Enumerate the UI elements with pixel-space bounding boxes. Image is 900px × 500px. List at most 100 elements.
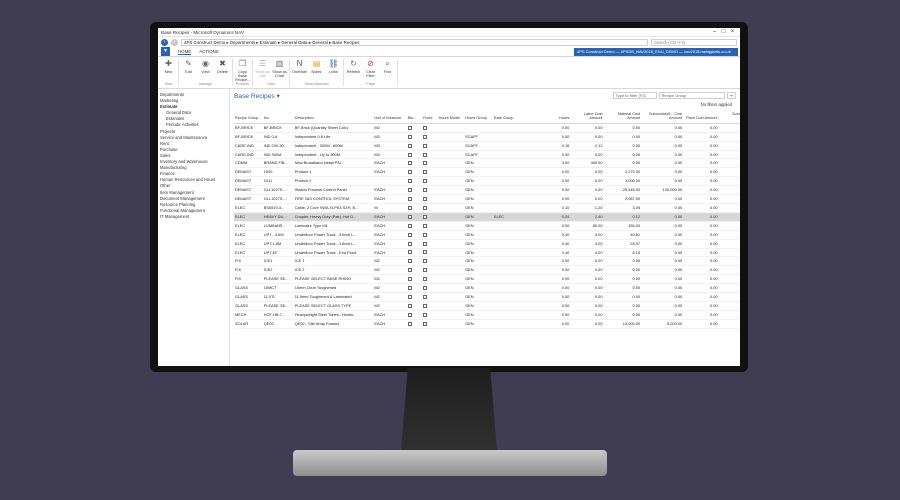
checkbox[interactable]: [423, 188, 428, 193]
table-row[interactable]: DEMAST 1011 Product 2 GEN 0.00 0.00 1,000.00 0.…: [234, 176, 740, 187]
checkbox[interactable]: [423, 277, 428, 282]
table-row[interactable]: GLASS 10MCT 10mm Clear Toughened M2 GEN 0.00 0…: [234, 283, 740, 294]
checkbox[interactable]: [407, 250, 412, 255]
table-row[interactable]: GLASS PLEASE SE... PLEASE SELECT GLASS TYP…: [234, 301, 740, 311]
column-header[interactable]: Subcontracti... Cost Amount: [641, 112, 684, 124]
checkbox[interactable]: [423, 259, 428, 264]
filter-go-icon[interactable]: ➔: [726, 92, 736, 99]
column-header[interactable]: Plant Cost Amount: [683, 112, 719, 124]
column-header[interactable]: Unit of Measure: [373, 112, 407, 124]
checkbox[interactable]: [423, 268, 428, 273]
tab-actions[interactable]: ACTIONS: [199, 49, 219, 54]
checkbox[interactable]: [423, 205, 428, 210]
column-header[interactable]: Rate Group: [492, 112, 538, 124]
checkbox[interactable]: [407, 321, 412, 326]
checkbox[interactable]: [407, 312, 412, 317]
table-row[interactable]: ELEC UPT-1.8M Underfloor Power Track - 1.8…: [234, 239, 740, 249]
back-icon[interactable]: ‹: [161, 38, 168, 46]
list-button[interactable]: ☰ Show as List: [255, 59, 270, 82]
checkbox[interactable]: [423, 161, 428, 166]
table-row[interactable]: DEMAST GLL1027S-... FIRE 3&S CONTROL SYSTE…: [234, 194, 740, 204]
table-row[interactable]: ELEC LUMINAIR... Luminaire Type M1 EACH GEN 0…: [234, 221, 740, 231]
checkbox[interactable]: [407, 197, 412, 202]
table-row[interactable]: GLASS 11.5TL 11.5mm Toughened & Laminated M…: [234, 292, 740, 302]
column-header[interactable]: Sundry Cost Amount: [718, 112, 740, 124]
checkbox[interactable]: [423, 143, 428, 148]
column-header[interactable]: No.: [262, 112, 294, 124]
clear-filter-button[interactable]: ⊘ Clear Filter: [363, 59, 378, 82]
checkbox[interactable]: [407, 152, 412, 157]
checkbox[interactable]: [407, 259, 412, 264]
onenote-button[interactable]: N OneNote: [292, 59, 307, 82]
table-row[interactable]: DEMAST GLL1027S-... Station Process Contro…: [234, 185, 740, 196]
minimize-icon[interactable]: –: [710, 29, 719, 35]
checkbox[interactable]: [407, 223, 412, 228]
checkbox[interactable]: [407, 214, 412, 219]
table-row[interactable]: FIXICE1ICE 1M2GEN0.000.000.000.000.000.0…: [234, 256, 740, 267]
checkbox[interactable]: [407, 134, 412, 139]
edit-button[interactable]: ✎ Edit: [181, 59, 196, 82]
table-row[interactable]: BF-BRICK IND 0-6 Independent 0-6 Life M3 SCA…: [234, 132, 740, 142]
forward-icon[interactable]: ›: [171, 38, 178, 46]
column-header[interactable]: Hours Group: [464, 112, 493, 124]
checkbox[interactable]: [423, 170, 428, 175]
checkbox[interactable]: [407, 241, 412, 246]
notes-button[interactable]: ▤ Notes: [309, 59, 324, 82]
checkbox[interactable]: [407, 170, 412, 175]
table-row[interactable]: FIXICE2ICE 2M2GEN0.000.000.000.000.000.0…: [234, 265, 740, 276]
table-row[interactable]: BF-BRICK BF-BRICK BF-Brick (Quantity Sheet…: [234, 123, 740, 133]
table-row[interactable]: DEMAST 1000 Product 1 EACH GEN 0.00 0.00 2,270.…: [234, 167, 740, 178]
checkbox[interactable]: [407, 188, 412, 193]
view-button[interactable]: ◉ View: [198, 59, 213, 82]
table-row[interactable]: ELEC BS6519-3... Cable, 2 Core SWA XLPE/LS…: [234, 203, 740, 213]
checkbox[interactable]: [423, 197, 428, 202]
checkbox[interactable]: [423, 312, 428, 317]
table-row[interactable]: FIX PLEASE SE... PLEASE SELECT BASE RHINO M…: [234, 274, 740, 285]
checkbox[interactable]: [423, 125, 428, 130]
chart-button[interactable]: ▥ Show as Chart: [272, 59, 287, 82]
checkbox[interactable]: [423, 286, 428, 291]
find-button[interactable]: ⌕ Find: [380, 59, 395, 82]
checkbox[interactable]: [407, 268, 412, 273]
checkbox[interactable]: [423, 295, 428, 299]
checkbox[interactable]: [423, 250, 428, 255]
checkbox[interactable]: [423, 321, 428, 326]
checkbox[interactable]: [407, 161, 412, 166]
checkbox[interactable]: [407, 179, 412, 184]
checkbox[interactable]: [407, 303, 412, 308]
filter-field-select[interactable]: Recipe Group: [658, 92, 725, 99]
table-row[interactable]: COMM BRAND FIB... New Broadband install P/…: [234, 158, 740, 169]
checkbox[interactable]: [407, 232, 412, 237]
table-row[interactable]: SOLAR QE02 QE02 - Site Array Frames EACH GEN…: [234, 319, 740, 329]
checkbox[interactable]: [423, 214, 428, 219]
copy-button[interactable]: ❐ Copy Base Recipe...: [235, 59, 250, 82]
column-header[interactable]: Labor Cost Amount: [570, 112, 604, 124]
checkbox[interactable]: [407, 205, 412, 210]
checkbox[interactable]: [407, 125, 412, 130]
app-menu-icon[interactable]: ▾: [161, 47, 170, 56]
column-header[interactable]: Hours: [537, 112, 571, 124]
refresh-button[interactable]: ↻ Refresh: [346, 59, 361, 82]
table-row[interactable]: ELEC UPT - 3.6M Underfloor Power Track - 3…: [234, 230, 740, 240]
checkbox[interactable]: [423, 223, 428, 228]
column-header[interactable]: Material Cost Amount: [603, 112, 642, 124]
checkbox[interactable]: [423, 232, 428, 237]
column-header[interactable]: Description: [293, 112, 374, 124]
filter-input[interactable]: Type to filter (F3): [612, 92, 657, 99]
breadcrumb[interactable]: 4PS Construct Demo ▸ Departments ▸ Estim…: [181, 38, 648, 46]
tab-home[interactable]: HOME: [178, 49, 192, 55]
checkbox[interactable]: [423, 303, 428, 308]
table-row[interactable]: MECH HOT-HB-7... Heavyweight Steel Tubes -…: [234, 310, 740, 320]
checkbox[interactable]: [423, 152, 428, 157]
column-header[interactable]: Recipe Group: [234, 112, 263, 124]
checkbox[interactable]: [407, 286, 412, 291]
checkbox[interactable]: [423, 241, 428, 246]
column-header[interactable]: Blo...: [406, 112, 423, 124]
maximize-icon[interactable]: □: [719, 29, 728, 35]
delete-button[interactable]: ✖ Delete: [215, 59, 230, 82]
checkbox[interactable]: [407, 143, 412, 148]
checkbox[interactable]: [407, 277, 412, 282]
checkbox[interactable]: [423, 179, 428, 184]
table-row[interactable]: CARE-IND IND 300M Independent - Up to 300M…: [234, 150, 740, 160]
table-row[interactable]: ELEC HEAVY DU... Coupler, Heavy Duty (Pair…: [234, 212, 740, 222]
